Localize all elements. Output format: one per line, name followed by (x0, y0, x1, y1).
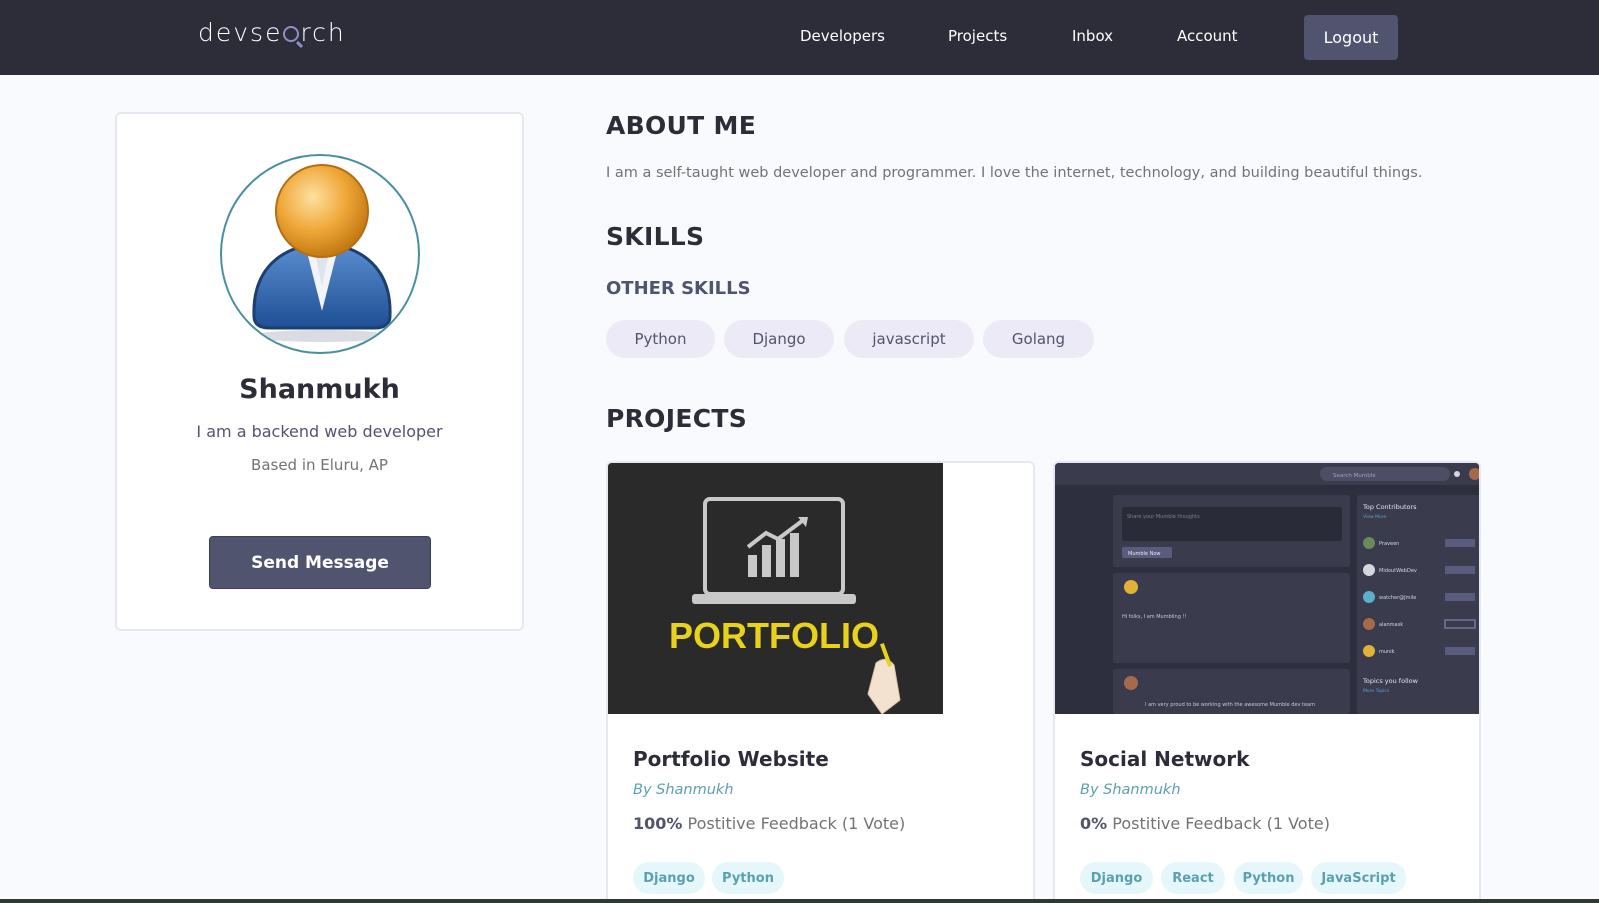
skill-tag: Django (724, 320, 834, 358)
other-skills-heading: OTHER SKILLS (606, 278, 751, 299)
svg-text:Topics you follow: Topics you follow (1362, 677, 1419, 685)
svg-text:Search Mumble: Search Mumble (1333, 473, 1376, 479)
project-title[interactable]: Portfolio Website (633, 747, 829, 771)
send-message-button[interactable]: Send Message (209, 536, 431, 589)
feedback-percent: 0% (1080, 814, 1108, 833)
project-card[interactable]: PORTFOLIO Portfolio Website By Shanmukh … (606, 461, 1035, 903)
developer-location: Based in Eluru, AP (251, 456, 388, 474)
nav-inbox[interactable]: Inbox (1072, 27, 1113, 45)
svg-text:munik: munik (1379, 649, 1395, 655)
svg-text:MidoutWebDev: MidoutWebDev (1379, 568, 1417, 574)
project-author[interactable]: By Shanmukh (1080, 782, 1181, 798)
projects-heading: PROJECTS (606, 404, 748, 433)
project-tag: Python (712, 862, 784, 894)
project-tag: JavaScript (1311, 862, 1406, 894)
project-tag: Django (1080, 862, 1153, 894)
avatar (220, 154, 420, 354)
nav-projects[interactable]: Projects (948, 27, 1007, 45)
developer-name: Shanmukh (239, 374, 400, 405)
skill-tag: javascript (844, 320, 974, 358)
project-tag: Python (1234, 862, 1303, 894)
skill-tag: Python (606, 320, 715, 358)
project-thumbnail[interactable]: PORTFOLIO (608, 463, 943, 714)
project-tag: Django (633, 862, 705, 894)
svg-text:Mumble Now: Mumble Now (1128, 551, 1160, 557)
social-network-screenshot: Search Mumble Share your Mumble thoughts… (1055, 463, 1479, 714)
svg-text:More Topics: More Topics (1363, 688, 1390, 694)
svg-text:Hi folks, I am Mumbling !!: Hi folks, I am Mumbling !! (1122, 614, 1186, 620)
user-avatar-icon (252, 164, 392, 342)
nav-developers[interactable]: Developers (800, 27, 885, 45)
svg-text:Praveen: Praveen (1379, 541, 1399, 547)
project-title[interactable]: Social Network (1080, 747, 1249, 771)
svg-text:watcher@Jmile: watcher@Jmile (1379, 595, 1416, 601)
svg-text:Top Contributors: Top Contributors (1362, 503, 1417, 511)
feedback-percent: 100% (633, 814, 683, 833)
portfolio-laptop-image: PORTFOLIO (608, 463, 943, 714)
about-heading: ABOUT ME (606, 111, 757, 140)
skills-heading: SKILLS (606, 222, 705, 251)
svg-text:I am very proud to be working: I am very proud to be working with the a… (1145, 702, 1315, 708)
project-tag: React (1161, 862, 1225, 894)
bottom-edge (0, 899, 1599, 903)
feedback-text: Postitive Feedback (1 Vote) (687, 814, 906, 833)
magnifier-icon (283, 26, 300, 42)
logout-button[interactable]: Logout (1304, 15, 1398, 60)
svg-text:alanmask: alanmask (1379, 622, 1403, 628)
portfolio-image-text: PORTFOLIO (669, 615, 879, 656)
profile-card: Shanmukh I am a backend web developer Ba… (115, 112, 524, 631)
project-card[interactable]: Search Mumble Share your Mumble thoughts… (1053, 461, 1481, 903)
feedback-text: Postitive Feedback (1 Vote) (1112, 814, 1330, 833)
developer-headline: I am a backend web developer (196, 422, 443, 441)
devsearch-logo[interactable]: devse rch (198, 18, 346, 47)
about-text: I am a self-taught web developer and pro… (606, 165, 1423, 181)
project-author[interactable]: By Shanmukh (633, 782, 734, 798)
nav-account[interactable]: Account (1177, 27, 1238, 45)
svg-text:View More: View More (1363, 514, 1386, 520)
svg-text:Share your Mumble thoughts: Share your Mumble thoughts (1127, 514, 1200, 520)
project-feedback: 100% Postitive Feedback (1 Vote) (633, 814, 905, 833)
project-thumbnail[interactable]: Search Mumble Share your Mumble thoughts… (1055, 463, 1479, 714)
project-feedback: 0% Postitive Feedback (1 Vote) (1080, 814, 1330, 833)
skill-tag: Golang (983, 320, 1094, 358)
top-navbar: devse rch Developers Projects Inbox Accou… (0, 0, 1599, 75)
